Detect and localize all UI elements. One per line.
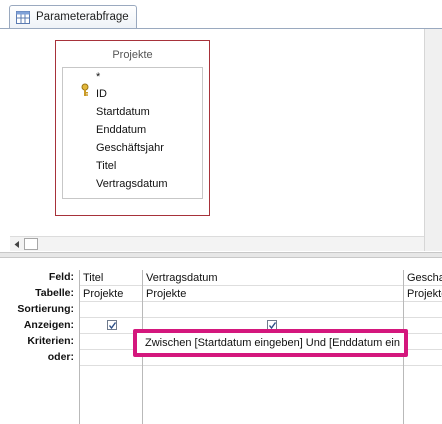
or-cell[interactable] xyxy=(404,350,442,366)
field-list[interactable]: * ID Startdatum Enddatum Geschäftsjahr T… xyxy=(62,67,203,199)
table-field-list-projekte[interactable]: Projekte * ID Startdatum Enddatum Geschä… xyxy=(55,40,210,216)
table-title: Projekte xyxy=(112,49,153,61)
show-cell[interactable] xyxy=(404,318,442,334)
row-label-anzeigen: Anzeigen: xyxy=(23,319,74,331)
show-checkbox[interactable] xyxy=(107,320,117,330)
grid-row-labels: Feld: Tabelle: Sortierung: Anzeigen: Kri… xyxy=(0,270,74,370)
table-cell[interactable]: Projekte xyxy=(80,286,142,302)
criteria-highlight[interactable]: Zwischen [Startdatum eingeben] Und [Endd… xyxy=(133,329,408,357)
horizontal-scrollbar[interactable] xyxy=(10,236,424,251)
key-icon xyxy=(80,83,90,97)
row-label-sortierung: Sortierung: xyxy=(17,303,74,315)
criteria-expression[interactable]: Zwischen [Startdatum eingeben] Und [Endd… xyxy=(145,337,400,349)
row-label-tabelle: Tabelle: xyxy=(35,287,74,299)
field-cell[interactable]: Titel xyxy=(80,270,142,286)
criteria-cell[interactable] xyxy=(404,334,442,350)
row-label-oder: oder: xyxy=(47,351,74,363)
field-item-startdatum[interactable]: Startdatum xyxy=(96,106,150,118)
sort-cell[interactable] xyxy=(143,302,403,318)
query-icon xyxy=(16,11,30,24)
document-tab[interactable]: Parameterabfrage xyxy=(9,5,137,29)
grid-column-geschaeftsjahr[interactable]: Gescha Projekte xyxy=(404,270,442,424)
sort-cell[interactable] xyxy=(80,302,142,318)
table-cell[interactable]: Projekte xyxy=(143,286,403,302)
row-label-kriterien: Kriterien: xyxy=(27,335,74,347)
field-item-vertragsdatum[interactable]: Vertragsdatum xyxy=(96,178,168,190)
field-item-titel[interactable]: Titel xyxy=(96,160,116,172)
field-item-id[interactable]: ID xyxy=(96,88,107,100)
sort-cell[interactable] xyxy=(404,302,442,318)
table-cell[interactable]: Projekte xyxy=(404,286,442,302)
scroll-left-arrow-icon[interactable] xyxy=(10,238,24,251)
scroll-thumb[interactable] xyxy=(24,238,38,250)
field-item-geschaeftsjahr[interactable]: Geschäftsjahr xyxy=(96,142,164,154)
document-tab-label: Parameterabfrage xyxy=(36,11,129,23)
row-label-feld: Feld: xyxy=(48,271,74,283)
field-cell[interactable]: Vertragsdatum xyxy=(143,270,403,286)
field-item-all[interactable]: * xyxy=(96,71,100,83)
field-item-enddatum[interactable]: Enddatum xyxy=(96,124,146,136)
field-cell[interactable]: Gescha xyxy=(404,270,442,286)
vertical-scrollbar[interactable] xyxy=(424,29,442,251)
